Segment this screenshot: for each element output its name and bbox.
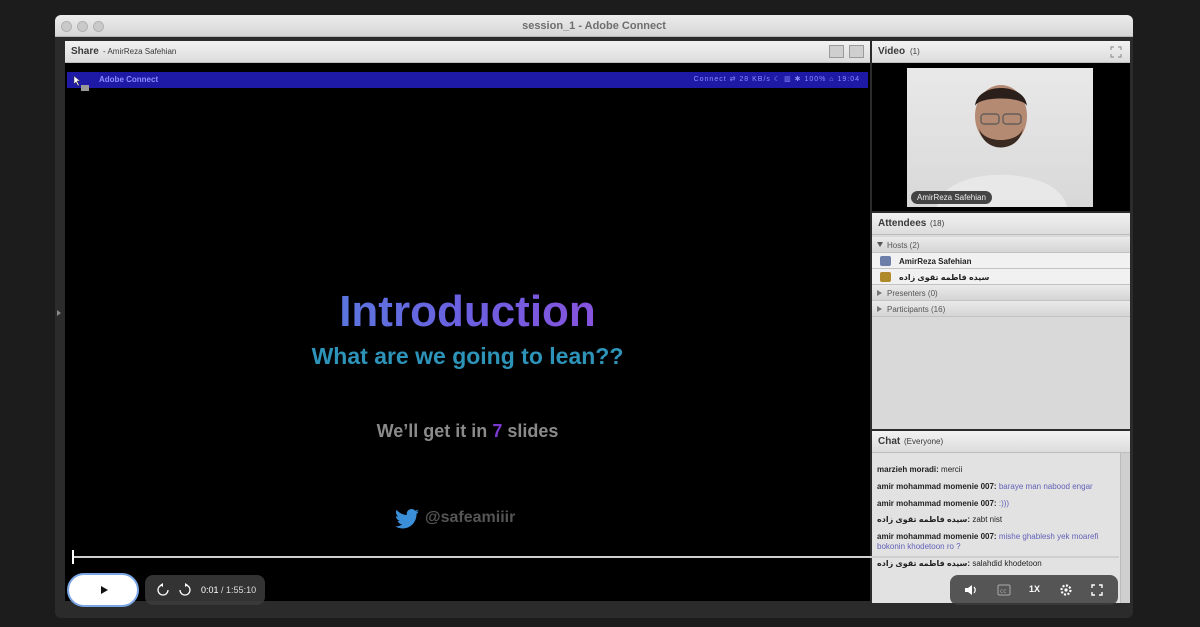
attendees-pod-header: Attendees (18) — [872, 213, 1130, 235]
expanded-arrow-icon — [877, 242, 883, 247]
chat-text: :))) — [998, 499, 1010, 508]
chat-text: baraye man nabood engar — [998, 482, 1093, 491]
chat-message: amir mohammad momenie 007: baraye man na… — [877, 482, 1117, 492]
chat-sender: سیده فاطمه تقوی زاده: — [877, 515, 971, 524]
slide-note-accent: 7 — [492, 421, 503, 441]
collapsed-arrow-icon — [877, 306, 882, 312]
layout-single-icon[interactable] — [829, 45, 844, 58]
host-icon — [880, 256, 891, 266]
video-pod-header: Video (1) — [872, 41, 1130, 63]
attendees-pod-title: Attendees — [878, 218, 927, 229]
chat-text: salahdid khodetoon — [972, 559, 1042, 568]
chat-text: zabt nist — [972, 515, 1003, 524]
shared-menubar-status: Connect ⇄ 28 KB/s ☾ ▥ ✱ 100% ⌂ 19:04 — [693, 76, 860, 83]
presenters-group[interactable]: Presenters (0) — [872, 285, 1130, 301]
playback-rate-button[interactable]: 1X — [1029, 584, 1040, 594]
hosts-label: Hosts (2) — [887, 241, 920, 250]
video-pod-title: Video — [878, 46, 906, 57]
attendee-row[interactable]: سیده فاطمه تقوی زاده — [872, 269, 1130, 285]
time-display: 0:01 / 1:55:10 — [201, 585, 256, 595]
chat-message: marzieh moradi: mercii — [877, 465, 1117, 475]
chat-sender: amir mohammad momenie 007: — [877, 532, 997, 541]
person-silhouette-icon — [937, 85, 1067, 207]
cursor-icon — [73, 75, 89, 91]
chat-sender: marzieh moradi: — [877, 465, 939, 474]
attendee-name: سیده فاطمه تقوی زاده — [899, 273, 990, 282]
video-pod: Video (1) AmirReza Safehian — [872, 41, 1130, 211]
attendees-count: (18) — [930, 219, 945, 228]
slide-subtitle: What are we going to lean?? — [311, 343, 624, 369]
slide-note-before: We’ll get it in — [376, 421, 493, 441]
chat-scrollbar[interactable] — [1120, 453, 1130, 603]
total-time: / 1:55:10 — [221, 585, 257, 595]
share-pod-title: Share — [71, 46, 99, 57]
chat-text: mercii — [941, 465, 963, 474]
chat-message: amir mohammad momenie 007: mishe ghables… — [877, 532, 1117, 552]
chat-message: amir mohammad momenie 007: :))) — [877, 499, 1117, 509]
twitter-credit: @safeamiiir — [395, 507, 555, 531]
current-time: 0:01 — [201, 585, 219, 595]
chat-sender: amir mohammad momenie 007: — [877, 499, 997, 508]
share-pod: Share - AmirReza Safehian Adobe Connect … — [65, 41, 870, 601]
participants-label: Participants (16) — [887, 305, 946, 314]
webcam-video: AmirReza Safehian — [907, 68, 1093, 207]
twitter-bird-icon — [395, 509, 419, 529]
fullscreen-icon[interactable] — [1091, 584, 1103, 596]
collapsed-arrow-icon — [877, 290, 882, 296]
progress-bar[interactable] — [73, 556, 1119, 558]
app-window: session_1 - Adobe Connect Share - AmirRe… — [55, 15, 1133, 618]
shared-screen-menubar: Adobe Connect Connect ⇄ 28 KB/s ☾ ▥ ✱ 10… — [67, 72, 868, 91]
twitter-handle: @safeamiiir — [425, 509, 516, 526]
host-locked-icon — [880, 272, 891, 282]
video-count: (1) — [910, 47, 920, 56]
chat-pod-header: Chat (Everyone) — [872, 431, 1130, 453]
progress-handle[interactable] — [72, 550, 74, 564]
captions-icon[interactable]: cc — [997, 584, 1011, 596]
title-bar: session_1 - Adobe Connect — [55, 15, 1133, 37]
presenters-label: Presenters (0) — [887, 289, 938, 298]
slide-title: Introduction — [65, 287, 870, 337]
fullscreen-video-icon[interactable] — [1110, 46, 1122, 58]
chat-scope: (Everyone) — [904, 437, 944, 446]
window-title: session_1 - Adobe Connect — [522, 20, 666, 32]
hosts-group[interactable]: Hosts (2) — [872, 237, 1130, 253]
share-pod-header: Share - AmirReza Safehian — [65, 41, 870, 63]
participants-group[interactable]: Participants (16) — [872, 301, 1130, 317]
chat-pod-title: Chat — [878, 436, 901, 447]
play-button[interactable] — [67, 573, 139, 607]
chat-message: سیده فاطمه تقوی زاده: zabt nist — [877, 515, 1117, 525]
chat-sender: سیده فاطمه تقوی زاده: — [877, 559, 971, 568]
rewind-10-icon[interactable] — [156, 583, 170, 597]
video-participant-name: AmirReza Safehian — [911, 191, 992, 204]
volume-icon[interactable] — [964, 584, 978, 596]
collapse-arrow-icon[interactable] — [57, 310, 61, 316]
chat-message: سیده فاطمه تقوی زاده: salahdid khodetoon — [877, 559, 1117, 569]
chat-sender: amir mohammad momenie 007: — [877, 482, 997, 491]
forward-10-icon[interactable] — [178, 583, 192, 597]
attendee-row[interactable]: AmirReza Safehian — [872, 253, 1130, 269]
slide-note: We’ll get it in 7 slides — [65, 421, 870, 442]
settings-gear-icon[interactable] — [1059, 583, 1073, 597]
share-presenter-name: - AmirReza Safehian — [103, 47, 177, 56]
attendees-pod: Attendees (18) Hosts (2) AmirReza Safehi… — [872, 213, 1130, 429]
svg-text:cc: cc — [1000, 588, 1007, 595]
shared-app-name: Adobe Connect — [99, 75, 159, 84]
attendee-name: AmirReza Safehian — [899, 257, 972, 266]
layout-full-icon[interactable] — [849, 45, 864, 58]
play-icon — [101, 586, 108, 594]
slide-note-after: slides — [502, 421, 559, 441]
